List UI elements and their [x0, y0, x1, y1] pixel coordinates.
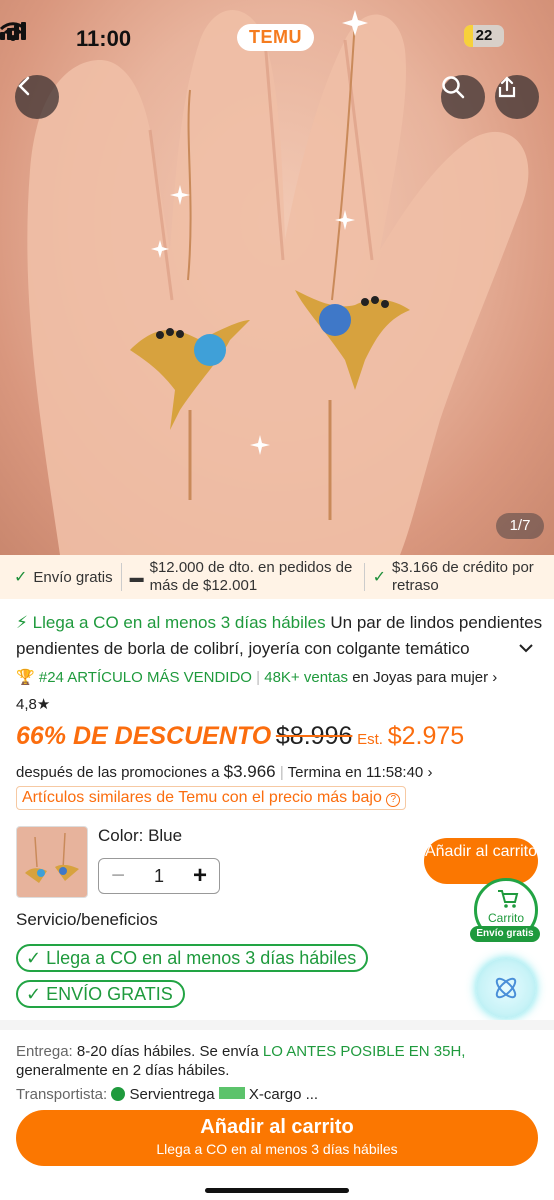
add-to-cart-label: Añadir al carrito [424, 843, 538, 860]
chevron-left-icon [18, 76, 30, 96]
bottom-sub-label: Llega a CO en al menos 3 días hábiles [156, 1141, 398, 1157]
check-icon: ✓ [26, 984, 42, 1004]
product-image[interactable]: 11:00 TEMU 22 1/7 [0, 0, 554, 555]
carrier-2: X-cargo ... [248, 1086, 319, 1103]
search-icon [442, 76, 465, 99]
search-button[interactable] [441, 75, 485, 119]
battery-level: 22 [475, 27, 493, 44]
est-price: $2.975 [387, 722, 465, 750]
divider [120, 563, 122, 591]
service-badge-delivery: ✓ Llega a CO en al menos 3 días hábiles [16, 944, 369, 972]
help-icon: ? [386, 793, 401, 807]
service-badge-label: ENVÍO GRATIS [46, 984, 173, 1004]
check-icon: ✓ [26, 948, 42, 968]
add-to-cart-button[interactable]: Añadir al carrito [424, 838, 538, 884]
chevron-right-icon: › [492, 669, 498, 686]
home-indicator[interactable] [205, 1188, 349, 1193]
carrier-row[interactable]: Transportista: Servientrega X-cargo ... [16, 1086, 536, 1104]
back-button[interactable] [15, 75, 59, 119]
countdown-time: 11:58:40 [366, 764, 424, 781]
wifi-icon [0, 22, 26, 41]
decrease-button[interactable]: − [107, 862, 129, 890]
banner-credit: ✓ $3.166 de crédito por retraso [373, 559, 543, 595]
service-title: Servicio/beneficios [16, 910, 158, 929]
countdown-label: Termina en [287, 764, 362, 781]
rating-value: 4,8 [16, 696, 37, 713]
carrier-label: Transportista: [16, 1086, 108, 1103]
chevron-right-icon: › [427, 764, 433, 781]
sales-count: 48K+ ventas [264, 669, 349, 686]
ticket-icon: ▬ [129, 569, 144, 585]
promo-row[interactable]: después de las promociones a $3.966 | Te… [16, 762, 544, 782]
chevron-down-icon[interactable] [518, 642, 534, 654]
category-label: en Joyas para mujer [352, 669, 489, 686]
product-title: Un par de lindos pendientes de borla de … [330, 613, 544, 632]
check-icon: ✓ [372, 569, 387, 586]
shipping-highlight: LO ANTES POSIBLE EN 35H, [262, 1043, 466, 1060]
product-title-line2[interactable]: pendientes de borla de colibrí, joyería … [16, 638, 544, 660]
similar-items-label: Artículos similares de Temu con el preci… [22, 789, 382, 806]
shipping-info[interactable]: Entrega: 8-20 días hábiles. Se envía LO … [16, 1042, 536, 1080]
benefits-banner[interactable]: ✓ Envío gratis ▬ $12.000 de dto. en pedi… [0, 555, 554, 599]
original-price: $8.996 [275, 722, 353, 750]
bottom-add-label: Añadir al carrito [200, 1116, 354, 1138]
product-title-line1[interactable]: ⚡ Llega a CO en al menos 3 días hábiles … [16, 612, 544, 634]
banner-item-label: Envío gratis [33, 568, 113, 586]
bottom-add-to-cart-button[interactable]: Añadir al carrito Llega a CO en al menos… [16, 1110, 538, 1166]
service-badge-free-shipping: ✓ ENVÍO GRATIS [16, 980, 185, 1008]
carrier-1: Servientrega [129, 1086, 215, 1103]
product-page: 11:00 TEMU 22 1/7 ✓ Envío gratis ▬ $12.0… [0, 0, 554, 1200]
est-label: Est. [357, 731, 383, 748]
cart-label: Carrito [487, 911, 524, 925]
color-label: Color: Blue [98, 826, 183, 845]
similar-items-link[interactable]: Artículos similares de Temu con el preci… [16, 786, 407, 810]
shipping-text: 8-20 días hábiles. Se envía [76, 1043, 259, 1060]
check-icon: ✓ [14, 569, 28, 586]
fast-delivery-label: Llega a CO en al menos 3 días hábiles [32, 613, 326, 632]
banner-item-label: $3.166 de crédito por retraso [392, 559, 534, 594]
servientrega-logo-icon [111, 1087, 126, 1101]
variant-image [25, 832, 79, 883]
cart-free-shipping-badge: Envío gratis [470, 926, 540, 942]
bestseller-row[interactable]: 🏆 #24 ARTÍCULO MÁS VENDIDO | 48K+ ventas… [16, 668, 544, 686]
gallery-counter: 1/7 [496, 513, 544, 539]
atom-icon [495, 977, 517, 999]
section-divider [0, 1020, 554, 1030]
shipping-label: Entrega: [16, 1043, 73, 1060]
status-time: 11:00 [76, 26, 132, 51]
increase-button[interactable]: + [189, 862, 211, 890]
quantity-value: 1 [153, 865, 164, 886]
assistant-button[interactable] [476, 958, 536, 1018]
after-promo-price: $3.966 [223, 762, 276, 781]
trophy-icon: 🏆 [16, 669, 35, 686]
after-promo-label: después de las promociones a [16, 764, 220, 781]
service-badge-label: Llega a CO en al menos 3 días hábiles [46, 948, 357, 968]
banner-free-shipping: ✓ Envío gratis [0, 567, 113, 587]
status-bar: 11:00 TEMU 22 [0, 22, 554, 54]
rank-label: #24 ARTÍCULO MÁS VENDIDO [38, 669, 252, 686]
quantity-stepper[interactable]: − 1 + [98, 858, 220, 894]
battery-icon: 22 [464, 25, 504, 47]
rating-row[interactable]: 4,8★ [16, 695, 544, 713]
divider [363, 563, 365, 591]
star-icon: ★ [36, 696, 51, 713]
cart-icon [498, 890, 519, 908]
app-pill: TEMU [237, 24, 314, 51]
xcargo-logo-icon [218, 1087, 245, 1099]
share-button[interactable] [495, 75, 539, 119]
share-icon [498, 76, 516, 98]
lightning-icon: ⚡ [16, 613, 28, 632]
variant-thumbnail[interactable] [16, 826, 88, 898]
discount-label: 66% DE DESCUENTO [16, 722, 272, 750]
price-row: 66% DE DESCUENTO $8.996 Est. $2.975 [16, 722, 544, 756]
shipping-text-2: generalmente en 2 días hábiles. [16, 1062, 230, 1079]
banner-discount: ▬ $12.000 de dto. en pedidos de más de $… [130, 559, 356, 595]
banner-item-label: $12.000 de dto. en pedidos de más de $12… [149, 559, 353, 594]
